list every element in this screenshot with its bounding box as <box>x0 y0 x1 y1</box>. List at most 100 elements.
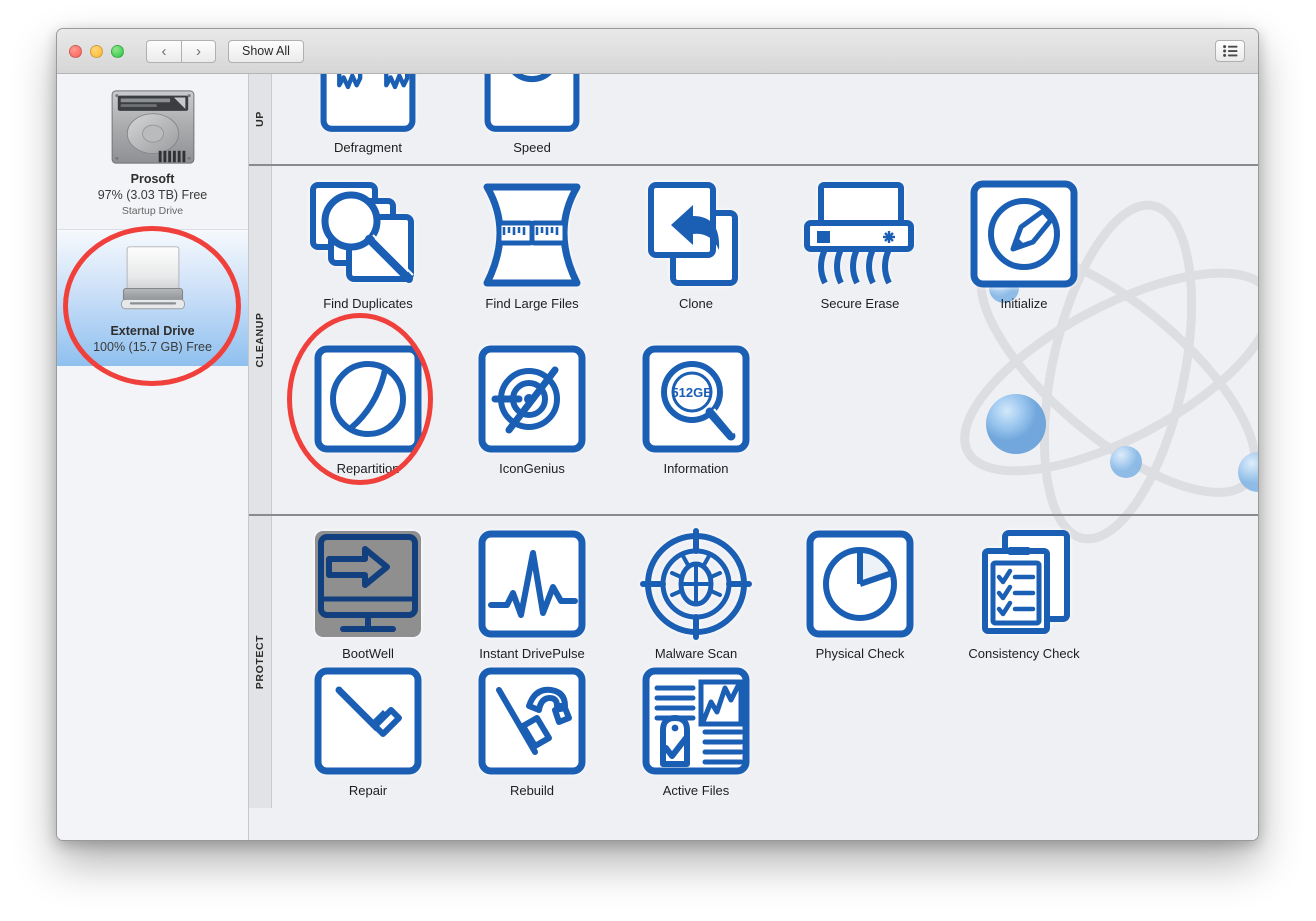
tool-tile-consistency-check[interactable]: Consistency Check <box>942 524 1106 661</box>
tool-tile-active-files[interactable]: Active Files <box>614 661 778 798</box>
tile-label: Active Files <box>662 783 730 798</box>
tile-label: Information <box>663 461 729 476</box>
clone-icon <box>648 182 738 286</box>
list-view-button[interactable] <box>1215 40 1245 62</box>
tile-label: Initialize <box>1000 296 1048 311</box>
drives-sidebar: Prosoft 97% (3.03 TB) Free Startup Drive <box>57 74 249 840</box>
tile-icon-wrap <box>962 530 1086 640</box>
tool-tile-icongenius[interactable]: IconGenius <box>450 339 614 504</box>
information-icon: 512GB <box>642 345 750 453</box>
sidebar-item-prosoft[interactable]: Prosoft 97% (3.03 TB) Free Startup Drive <box>57 74 248 229</box>
tile-label: Clone <box>679 296 713 311</box>
zoom-button[interactable] <box>111 44 124 58</box>
tile-icon-wrap <box>634 180 758 290</box>
close-button[interactable] <box>69 44 82 58</box>
section-label: CLEANUP <box>254 312 266 368</box>
screenshot-stage: ‹ › Show All Prosoft 97% (3.03 TB) Free … <box>0 0 1316 921</box>
drive-name: Prosoft <box>130 172 175 186</box>
chevron-right-icon: › <box>196 42 201 60</box>
section-rail-cleanup: CLEANUP <box>249 166 272 514</box>
tool-tile-bootwell[interactable]: BootWell <box>286 524 450 661</box>
tools-content-area: UP Defragment Speed CLEANUP Find Duplica… <box>249 74 1258 840</box>
tile-icon-wrap <box>306 667 430 777</box>
tool-tile-defragment[interactable]: Defragment <box>286 74 450 155</box>
tile-icon-wrap <box>306 530 430 640</box>
section-grid-protect: BootWell Instant DrivePulse Malware Scan… <box>272 516 1258 808</box>
tile-icon-wrap <box>306 345 430 455</box>
repair-icon <box>314 667 422 775</box>
forward-button[interactable]: › <box>181 39 216 63</box>
section-protect: PROTECT BootWell Instant DrivePulse Malw… <box>249 514 1258 808</box>
tile-label: Speed <box>513 140 551 155</box>
tile-label: Find Duplicates <box>323 296 413 311</box>
drive-free-space: 97% (3.03 TB) Free <box>97 188 208 202</box>
tile-label: Repair <box>348 783 388 798</box>
instant-drivepulse-icon <box>478 530 586 638</box>
tool-tile-initialize[interactable]: Initialize <box>942 174 1106 339</box>
tile-icon-wrap: 512GB <box>634 345 758 455</box>
tile-label: Physical Check <box>815 646 905 661</box>
show-all-button[interactable]: Show All <box>228 39 304 63</box>
active-files-icon <box>642 667 750 775</box>
tile-label: Defragment <box>334 140 402 155</box>
internal-hard-drive-icon <box>111 90 194 164</box>
tile-icon-wrap <box>470 74 594 134</box>
tool-tile-rebuild[interactable]: Rebuild <box>450 661 614 798</box>
tile-label: BootWell <box>342 646 394 661</box>
tile-icon-wrap <box>962 180 1086 290</box>
sidebar-item-external-drive[interactable]: External Drive 100% (15.7 GB) Free <box>57 229 248 366</box>
tool-tile-instant-drivepulse[interactable]: Instant DrivePulse <box>450 524 614 661</box>
physical-check-icon <box>806 530 914 638</box>
icongenius-icon <box>478 345 586 453</box>
tool-tile-information[interactable]: 512GB Information <box>614 339 778 504</box>
tile-icon-wrap <box>470 530 594 640</box>
drive-subtitle: Startup Drive <box>121 205 184 217</box>
tile-icon-wrap <box>634 667 758 777</box>
section-rail-speedup: UP <box>249 74 272 164</box>
back-button[interactable]: ‹ <box>146 39 181 63</box>
window-body: Prosoft 97% (3.03 TB) Free Startup Drive <box>57 74 1258 840</box>
tool-tile-speed[interactable]: Speed <box>450 74 614 155</box>
tile-icon-wrap <box>470 345 594 455</box>
tool-tile-repair[interactable]: Repair <box>286 661 450 798</box>
tile-icon-wrap <box>798 180 922 290</box>
tile-label: Secure Erase <box>820 296 900 311</box>
tool-tile-malware-scan[interactable]: Malware Scan <box>614 524 778 661</box>
section-grid-speedup: Defragment Speed <box>272 74 1258 164</box>
show-all-label: Show All <box>242 44 290 58</box>
app-window: ‹ › Show All Prosoft 97% (3.03 TB) Free … <box>56 28 1259 841</box>
tool-tile-find-large-files[interactable]: Find Large Files <box>450 174 614 339</box>
speed-icon <box>484 74 580 132</box>
tool-tile-secure-erase[interactable]: Secure Erase <box>778 174 942 339</box>
navigation-buttons: ‹ › <box>146 39 216 63</box>
section-rail-protect: PROTECT <box>249 516 272 808</box>
secure-erase-icon <box>804 182 914 285</box>
find-large-files-icon <box>483 183 581 287</box>
tool-tile-repartition[interactable]: Repartition <box>286 339 450 504</box>
bootwell-icon <box>315 531 421 637</box>
drive-name: External Drive <box>110 324 195 338</box>
tool-tile-physical-check[interactable]: Physical Check <box>778 524 942 661</box>
minimize-button[interactable] <box>90 44 103 58</box>
initialize-icon <box>970 180 1078 288</box>
section-speedup: UP Defragment Speed <box>249 74 1258 164</box>
tool-tile-find-duplicates[interactable]: Find Duplicates <box>286 174 450 339</box>
information-badge: 512GB <box>671 385 712 400</box>
tile-label: Consistency Check <box>968 646 1080 661</box>
section-label: UP <box>254 111 266 127</box>
tool-tile-clone[interactable]: Clone <box>614 174 778 339</box>
drive-free-space: 100% (15.7 GB) Free <box>93 340 212 354</box>
find-duplicates-icon <box>310 182 414 283</box>
consistency-check-icon <box>982 530 1070 634</box>
rebuild-icon <box>478 667 586 775</box>
repartition-icon <box>314 345 422 453</box>
tile-icon-wrap <box>306 74 430 134</box>
tile-label: Rebuild <box>509 783 555 798</box>
tile-label: IconGenius <box>499 461 565 476</box>
traffic-light-group <box>69 44 124 58</box>
tile-label: Find Large Files <box>485 296 579 311</box>
tile-icon-wrap <box>306 180 430 290</box>
section-cleanup: CLEANUP Find Duplicates Find Large Files… <box>249 164 1258 514</box>
external-hard-drive-icon <box>120 246 185 310</box>
section-label: PROTECT <box>254 634 266 690</box>
